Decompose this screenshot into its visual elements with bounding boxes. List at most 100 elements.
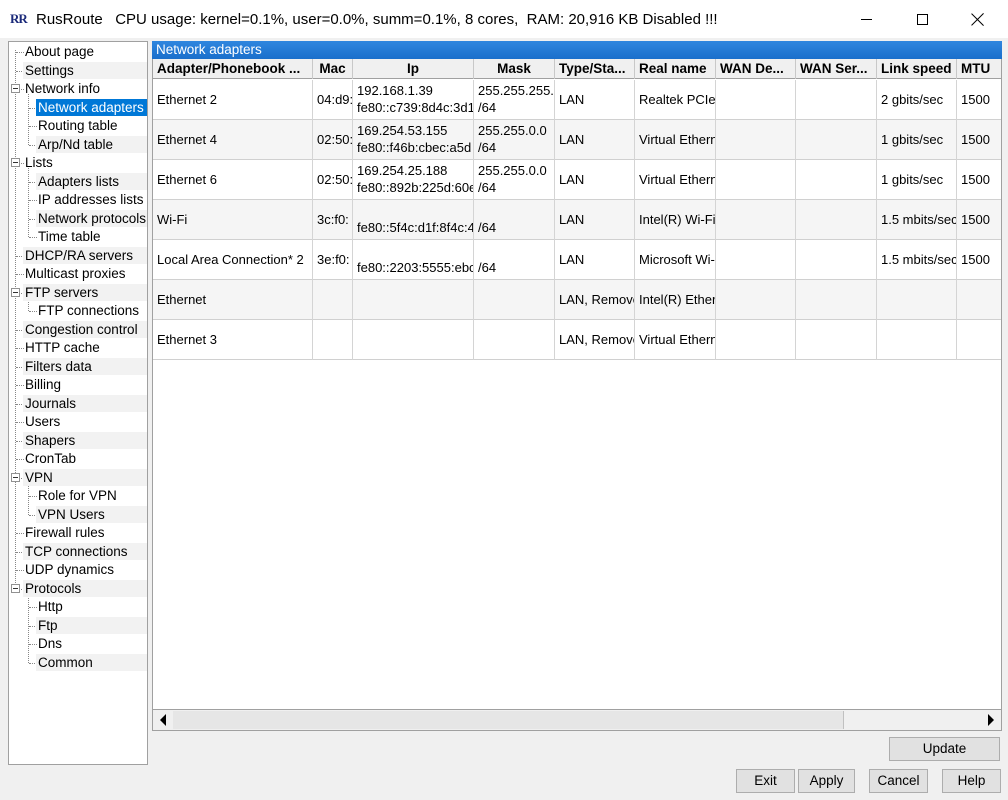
adapter-cell: Ethernet [153,280,313,320]
tree-item-ftp-connections[interactable]: FTP connections [36,302,147,319]
col-ip-header[interactable]: Ip [353,59,474,79]
tree-item-shapers[interactable]: Shapers [23,431,147,449]
real-name-cell: Intel(R) Wi-Fi [635,200,716,240]
wan-device-cell [716,320,796,360]
tree-item-protocols[interactable]: Protocols [23,579,147,597]
ip-cell-line1: 169.254.25.188 [357,163,448,178]
mtu-cell [957,320,1001,360]
wan-service-cell [796,160,877,200]
table-row[interactable]: Local Area Connection* 2 3e:f0: fe80::2203… [153,240,1001,280]
mtu-cell-text: 1500 [961,132,990,147]
mac-cell [313,280,353,320]
mask-cell-line2: /64 [478,220,497,235]
col-mtu-header[interactable]: MTU [957,59,1001,79]
tree-item-routing-table[interactable]: Routing table [36,117,147,134]
wan-device-cell [716,200,796,240]
collapse-icon[interactable] [11,158,20,167]
tree-item-journals[interactable]: Journals [23,394,147,412]
mtu-cell-text: 1500 [961,212,990,227]
link-speed-cell [877,280,957,320]
type-cell: LAN [555,80,635,120]
mtu-cell: 1500 [957,80,1001,120]
close-button[interactable] [950,0,1006,38]
tree-item-role-for-vpn[interactable]: Role for VPN [36,487,147,504]
tree-item-lists[interactable]: Lists [23,154,147,171]
navigation-tree[interactable]: About page Settings Network info Network ad… [8,41,148,765]
scrollbar-thumb[interactable] [173,711,844,729]
table-row[interactable]: Ethernet 4 02:50: 169.254.53.155 fe80::f46b… [153,120,1001,160]
maximize-button[interactable] [894,0,950,38]
tree-item-multicast-proxies[interactable]: Multicast proxies [23,265,147,282]
tree-item-dns[interactable]: Dns [36,635,147,652]
tree-item-tcp-connections[interactable]: TCP connections [23,542,147,560]
tree-item-ftp[interactable]: Ftp [36,616,147,634]
tree-item-vpn-users[interactable]: VPN Users [36,505,147,523]
tree-item-time-table[interactable]: Time table [36,228,147,245]
col-wan-device-header[interactable]: WAN De... [716,59,796,79]
minimize-button[interactable] [838,0,894,38]
tree-item-udp-dynamics[interactable]: UDP dynamics [23,561,147,578]
exit-button[interactable]: Exit [736,769,795,793]
tree-item-ftp-servers[interactable]: FTP servers [23,283,147,301]
tree-item-ip-addresses-lists[interactable]: IP addresses lists [36,191,147,208]
tree-item-network-protocols[interactable]: Network protocols [36,209,147,227]
tree-item-network-info[interactable]: Network info [23,80,147,97]
tree-branch-line [28,168,29,237]
tree-item-adapters-lists[interactable]: Adapters lists [36,172,147,190]
scroll-right-button[interactable] [981,710,1001,730]
mask-cell-line1: 255.255.0.0 [478,123,547,138]
collapse-icon[interactable] [11,472,20,482]
table-row[interactable]: Ethernet 6 02:50: 169.254.25.188 fe80::892b… [153,160,1001,200]
mtu-cell: 1500 [957,200,1001,240]
table-row[interactable]: Ethernet 2 04:d9: 192.168.1.39 fe80::c739:8… [153,80,1001,120]
wan-device-cell [716,160,796,200]
table-row[interactable]: Ethernet 3 LAN, Remove Virtual Ethern [153,320,1001,360]
update-button[interactable]: Update [889,737,1000,761]
close-icon [971,12,985,26]
table-row[interactable]: Ethernet LAN, Remove Intel(R) Ether [153,280,1001,320]
tree-item-crontab[interactable]: CronTab [23,450,147,467]
link-speed-cell-text: 1 gbits/sec [881,132,944,147]
link-speed-cell: 1.5 mbits/sec [877,200,957,240]
col-link-speed-header[interactable]: Link speed [877,59,957,79]
col-type-header[interactable]: Type/Sta... [555,59,635,79]
collapse-icon[interactable] [11,287,20,297]
tree-item-http[interactable]: Http [36,598,147,615]
help-button[interactable]: Help [942,769,1001,793]
tree-item-dhcp-ra-servers[interactable]: DHCP/RA servers [23,246,147,264]
adapters-table[interactable]: Adapter/Phonebook ... Mac Ip Mask Type/Sta..… [152,59,1002,709]
col-mac-header[interactable]: Mac [313,59,353,79]
apply-button[interactable]: Apply [798,769,855,793]
scroll-left-button[interactable] [153,710,173,730]
col-mask-header[interactable]: Mask [474,59,555,79]
tree-item-congestion-control[interactable]: Congestion control [23,320,147,338]
tree-item-billing[interactable]: Billing [23,376,147,393]
mac-cell-text: 04:d9: [317,92,353,107]
tree-item-filters-data[interactable]: Filters data [23,357,147,375]
col-adapter-header[interactable]: Adapter/Phonebook ... [153,59,313,79]
ip-cell: fe80::2203:5555:ebc [353,240,474,280]
type-cell: LAN [555,240,635,280]
col-real-name-header[interactable]: Real name [635,59,716,79]
collapse-icon[interactable] [11,84,20,93]
table-row[interactable]: Wi-Fi 3c:f0: fe80::5f4c:d1f:8f4c:4/64 LAN In… [153,200,1001,240]
wan-device-cell [716,120,796,160]
tree-item-about-page[interactable]: About page [23,43,147,60]
tree-item-users[interactable]: Users [23,413,147,430]
ip-cell-line1: 192.168.1.39 [357,83,433,98]
real-name-cell-text: Virtual Ethern [639,132,716,147]
collapse-icon[interactable] [11,583,20,593]
tree-item-network-adapters[interactable]: Network adapters [36,98,147,116]
col-wan-service-header[interactable]: WAN Ser... [796,59,877,79]
tree-item-arp-nd-table[interactable]: Arp/Nd table [36,135,147,153]
ip-cell: 169.254.25.188 fe80::892b:225d:60e [353,160,474,200]
tree-item-firewall-rules[interactable]: Firewall rules [23,524,147,541]
tree-item-vpn[interactable]: VPN [23,468,147,486]
tree-item-settings[interactable]: Settings [23,61,147,79]
mask-cell-line1: 255.255.0.0 [478,163,547,178]
cancel-button[interactable]: Cancel [869,769,928,793]
horizontal-scrollbar[interactable] [152,709,1002,731]
tree-item-http-cache[interactable]: HTTP cache [23,339,147,356]
tree-item-common[interactable]: Common [36,653,147,671]
adapter-cell: Ethernet 3 [153,320,313,360]
